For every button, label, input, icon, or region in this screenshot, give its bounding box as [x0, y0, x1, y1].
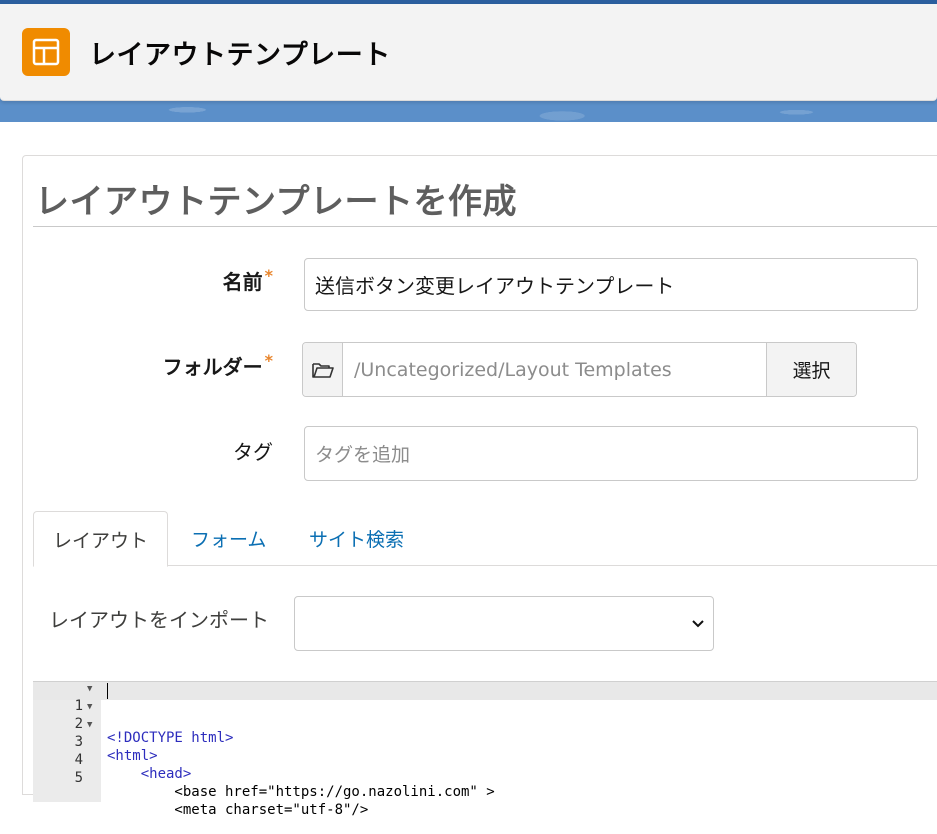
- page-header: レイアウトテンプレート: [0, 4, 937, 101]
- code-line: 5 <meta charset="utf-8"/>: [33, 754, 937, 818]
- import-layout-label: レイアウトをインポート: [49, 608, 269, 632]
- line-number: 5: [74, 770, 83, 786]
- fold-toggle-icon[interactable]: ▼: [87, 702, 92, 712]
- tab-form[interactable]: フォーム: [191, 511, 266, 566]
- code-text: <meta charset="utf-8"/>: [107, 802, 369, 818]
- name-input[interactable]: 送信ボタン変更レイアウトテンプレート: [304, 258, 918, 311]
- code-line: 1 ▼ <!DOCTYPE html>: [33, 682, 937, 746]
- required-marker: *: [264, 351, 273, 370]
- code-line: 3 ▼ <head>: [33, 718, 937, 782]
- title-divider: [33, 226, 937, 227]
- folder-path-field[interactable]: /Uncategorized/Layout Templates: [343, 343, 766, 396]
- code-line: 2 ▼ <html>: [33, 700, 937, 764]
- code-line: 4 <base href="https://go.nazolini.com" >: [33, 736, 937, 800]
- folder-open-icon[interactable]: [303, 343, 343, 396]
- fold-toggle-icon[interactable]: ▼: [87, 720, 92, 730]
- page-title: レイアウトテンプレートを作成: [35, 182, 517, 222]
- import-layout-select[interactable]: [294, 596, 714, 651]
- name-label-text: 名前: [222, 270, 263, 294]
- name-label: 名前 *: [23, 266, 273, 295]
- tags-input[interactable]: タグを追加: [304, 426, 918, 481]
- code-editor[interactable]: 1 ▼ <!DOCTYPE html> 2 ▼ <html> 3 ▼ <head…: [33, 681, 937, 818]
- tags-placeholder: タグを追加: [315, 444, 411, 466]
- folder-picker: /Uncategorized/Layout Templates 選択: [302, 342, 857, 397]
- create-form-panel: レイアウトテンプレートを作成 名前 * 送信ボタン変更レイアウトテンプレート フォ…: [22, 155, 937, 818]
- folder-label: フォルダー *: [23, 351, 273, 380]
- tags-label: タグ: [233, 440, 273, 464]
- tab-site-search[interactable]: サイト検索: [309, 511, 404, 566]
- code-text: <base href="https://go.nazolini.com" >: [107, 784, 495, 800]
- folder-label-text: フォルダー: [162, 355, 263, 379]
- fold-toggle-icon[interactable]: ▼: [87, 684, 92, 694]
- tab-layout[interactable]: レイアウト: [33, 511, 168, 567]
- layout-template-icon: [22, 28, 70, 76]
- text-cursor: [107, 683, 108, 699]
- folder-select-button[interactable]: 選択: [766, 343, 856, 396]
- name-input-value: 送信ボタン変更レイアウトテンプレート: [315, 274, 675, 298]
- chevron-down-icon: [691, 613, 705, 637]
- app-title: レイアウトテンプレート: [89, 40, 391, 71]
- required-marker: *: [264, 266, 273, 285]
- tab-bar: レイアウト フォーム サイト検索: [33, 511, 937, 567]
